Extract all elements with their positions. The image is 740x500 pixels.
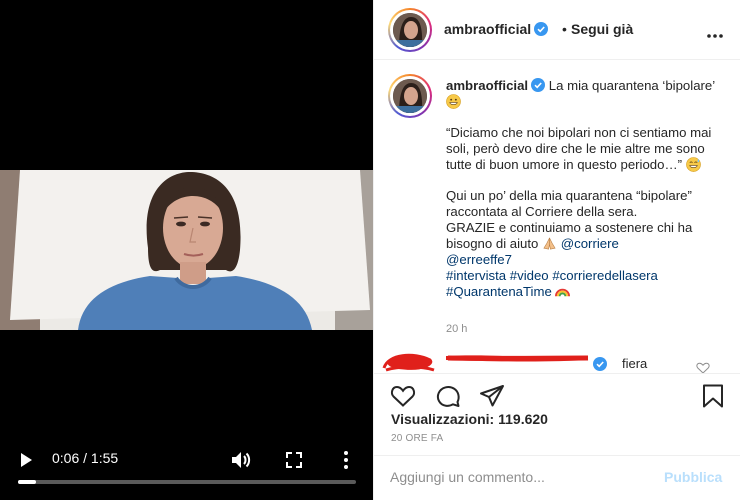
play-button[interactable]	[18, 452, 36, 468]
comment-button[interactable]	[435, 384, 461, 408]
fullscreen-icon	[286, 452, 302, 468]
heart-outline-icon[interactable]	[696, 362, 710, 373]
caption-body-1: Qui un po’ della mia quarantena “bipolar…	[446, 188, 692, 219]
header-username-text[interactable]: ambraofficial	[444, 21, 531, 37]
hashtag-link[interactable]: #QuarantenaTime	[446, 284, 552, 299]
video-progress-fill	[18, 480, 36, 484]
caption-avatar[interactable]	[388, 74, 432, 118]
views-number: 119.620	[498, 411, 548, 427]
post-header: ambraofficial • Segui già	[374, 0, 740, 60]
hashtag-link[interactable]: #corrieredellasera	[552, 268, 658, 283]
more-vertical-icon	[344, 451, 348, 469]
post-options-button[interactable]	[706, 26, 724, 38]
video-player[interactable]: 0:06 / 1:55	[0, 0, 373, 500]
video-time-label: 0:06 / 1:55	[52, 450, 119, 466]
comment-icon	[436, 386, 460, 407]
grinning-emoji-icon	[446, 94, 461, 109]
rainbow-emoji-icon	[555, 288, 571, 297]
hashtag-link[interactable]: #intervista	[446, 268, 506, 283]
post-actions: Visualizzazioni: 119.620 20 ORE FA	[374, 373, 740, 455]
verified-badge-icon	[593, 357, 607, 371]
avatar[interactable]	[388, 8, 432, 52]
post-date: 20 ORE FA	[391, 433, 444, 444]
add-comment-bar: Pubblica	[374, 455, 740, 500]
comment-text: fiera	[622, 356, 648, 371]
post-caption: ambraofficial La mia quarantena ‘bipolar…	[446, 78, 731, 300]
publish-button[interactable]: Pubblica	[664, 469, 722, 485]
hashtag-link[interactable]: #video	[510, 268, 549, 283]
share-icon	[480, 385, 504, 407]
mention-corriere[interactable]: @corriere	[561, 236, 619, 251]
sweat-smile-emoji-icon	[685, 157, 701, 172]
bookmark-icon	[703, 384, 723, 408]
volume-icon	[232, 452, 251, 468]
caption-timestamp: 20 h	[446, 323, 468, 335]
verified-badge-icon	[534, 22, 549, 36]
more-horizontal-icon	[707, 34, 723, 38]
mention-erreeffe7[interactable]: @erreeffe7	[446, 252, 512, 267]
heart-icon	[390, 385, 416, 407]
post-panel: ambraofficial • Segui già ambraofficial …	[373, 0, 740, 500]
caption-title: La mia quarantena ‘bipolare’	[548, 78, 715, 93]
header-separator: •	[562, 21, 567, 37]
video-still-image	[0, 170, 373, 330]
verified-badge-icon	[531, 78, 546, 92]
views-label: Visualizzazioni:	[391, 411, 495, 427]
video-frame[interactable]	[0, 170, 373, 330]
volume-button[interactable]	[230, 450, 252, 470]
profile-photo	[393, 79, 427, 113]
comment-input[interactable]	[390, 466, 650, 488]
header-username[interactable]: ambraofficial	[444, 21, 549, 37]
caption-username[interactable]: ambraofficial	[446, 78, 528, 93]
profile-photo	[393, 13, 427, 47]
comment-row: fiera	[374, 348, 740, 373]
red-scribble-redaction	[382, 353, 589, 372]
share-button[interactable]	[479, 384, 505, 408]
video-progress-bar[interactable]	[18, 480, 356, 484]
following-button[interactable]: Segui già	[571, 21, 633, 37]
video-more-button[interactable]	[338, 450, 354, 470]
save-button[interactable]	[700, 384, 726, 408]
fullscreen-button[interactable]	[285, 451, 303, 469]
caption-quote: “Diciamo che noi bipolari non ci sentiam…	[446, 125, 712, 172]
like-button[interactable]	[390, 384, 416, 408]
folded-hands-emoji-icon	[543, 237, 556, 250]
play-icon	[21, 453, 32, 467]
video-controls: 0:06 / 1:55	[0, 440, 373, 500]
views-count[interactable]: Visualizzazioni: 119.620	[391, 411, 548, 427]
comments-area[interactable]: ambraofficial La mia quarantena ‘bipolar…	[374, 60, 740, 373]
